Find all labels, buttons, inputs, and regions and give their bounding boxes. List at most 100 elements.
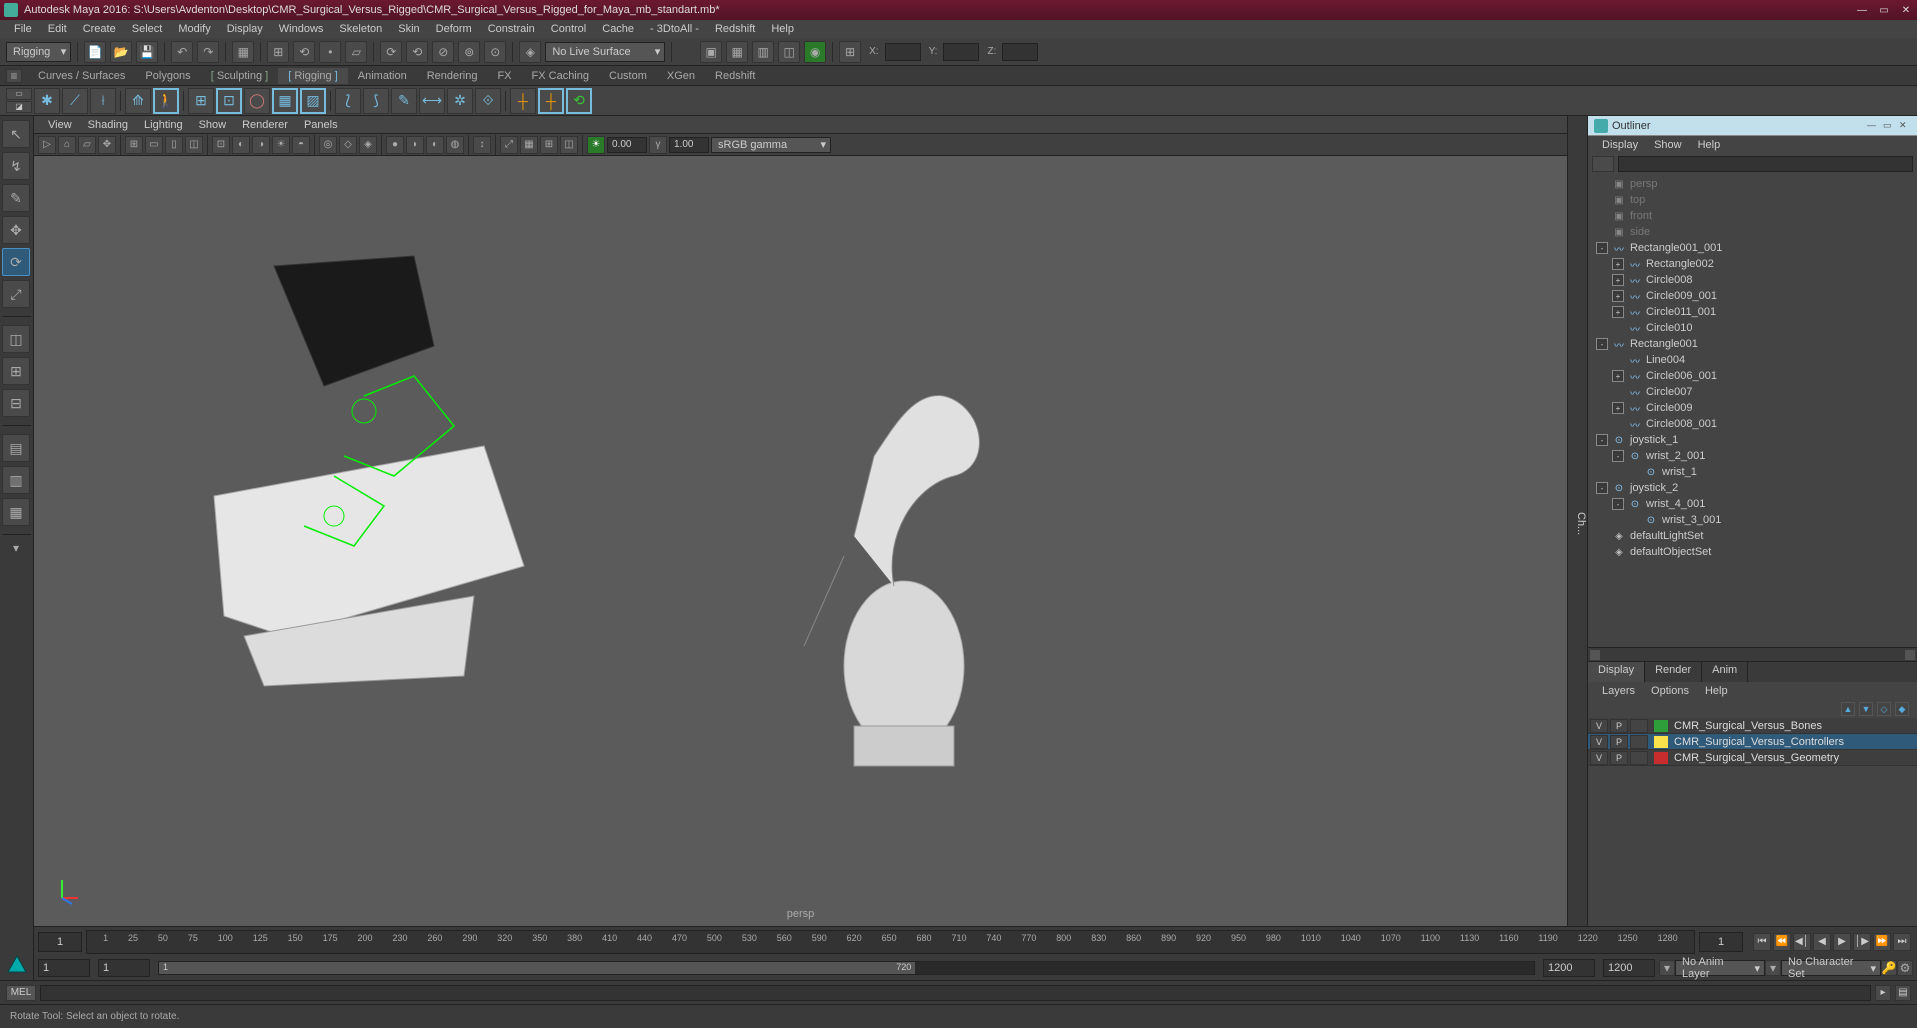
layer-extra-toggle[interactable]	[1630, 751, 1648, 765]
menu-edit[interactable]: Edit	[40, 23, 75, 35]
outliner-node-circle006_001[interactable]: +〰Circle006_001	[1588, 368, 1917, 384]
move-layer-up-icon[interactable]: ▲	[1841, 702, 1855, 716]
vp-menu-shading[interactable]: Shading	[80, 119, 136, 131]
vp-expand-icon[interactable]: ⤢	[500, 136, 518, 154]
vp-color-mgmt-icon[interactable]: ◫	[560, 136, 578, 154]
outliner-filter-button[interactable]	[1592, 156, 1614, 172]
maya-home-icon[interactable]	[6, 954, 28, 976]
expand-icon[interactable]: +	[1612, 402, 1624, 414]
ik-handle-icon[interactable]: ⟰	[125, 88, 151, 114]
constraint-orient-icon[interactable]: ⟲	[566, 88, 592, 114]
layer-v-toggle[interactable]: V	[1590, 735, 1608, 749]
menu-control[interactable]: Control	[543, 23, 594, 35]
redshift-render-icon[interactable]: ◉	[804, 41, 826, 63]
vp-motionblur-icon[interactable]: ◗	[406, 136, 424, 154]
y-coord-input[interactable]	[943, 43, 979, 61]
shelf-tab-redshift[interactable]: Redshift	[705, 68, 765, 84]
live-surface-toggle-icon[interactable]: ◈	[519, 41, 541, 63]
move-tool-icon[interactable]: ✥	[2, 216, 30, 244]
range-startB-input[interactable]	[98, 959, 150, 977]
shelf-tab-rendering[interactable]: Rendering	[417, 68, 488, 84]
construct-history-icon[interactable]: ⟳	[380, 41, 402, 63]
layer-menu-help[interactable]: Help	[1697, 685, 1736, 697]
range-end-input[interactable]	[1543, 959, 1595, 977]
layer-row-cmr_surgical_versus_bones[interactable]: VPCMR_Surgical_Versus_Bones	[1588, 718, 1917, 734]
step-fwd-icon[interactable]: │▶	[1853, 933, 1871, 951]
human-ik-icon[interactable]: 🚶	[153, 88, 179, 114]
outliner-menu-show[interactable]: Show	[1646, 139, 1690, 151]
ipr-render-icon[interactable]: ▦	[726, 41, 748, 63]
outliner-tree[interactable]: ▣persp▣top▣front▣side-〰Rectangle001_001+…	[1588, 174, 1917, 647]
layer-color-swatch[interactable]	[1654, 720, 1668, 732]
select-tool-icon[interactable]: ↖	[2, 120, 30, 148]
undo-icon[interactable]: ↶	[171, 41, 193, 63]
new-empty-layer-icon[interactable]: ◇	[1877, 702, 1891, 716]
outliner-node-wrist_3_001[interactable]: ⊙wrist_3_001	[1588, 512, 1917, 528]
vp-2d-pan-icon[interactable]: ✥	[98, 136, 116, 154]
layer-color-swatch[interactable]	[1654, 736, 1668, 748]
outliner-search-input[interactable]	[1618, 156, 1913, 172]
paint-weights-icon[interactable]: ✎	[391, 88, 417, 114]
scale-tool-icon[interactable]: ⤢	[2, 280, 30, 308]
menu-help[interactable]: Help	[763, 23, 802, 35]
render-view-icon[interactable]: ◫	[778, 41, 800, 63]
constraint-parent-icon[interactable]: ┼	[510, 88, 536, 114]
vp-bookmark-icon[interactable]: ⌂	[58, 136, 76, 154]
cmd-exec-button[interactable]: ▸	[1875, 985, 1891, 1001]
expand-icon[interactable]: +	[1612, 258, 1624, 270]
play-back-icon[interactable]: ◀	[1813, 933, 1831, 951]
layer-color-swatch[interactable]	[1654, 752, 1668, 764]
vp-gamma-icon[interactable]: γ	[649, 136, 667, 154]
wrap-icon[interactable]: ▦	[272, 88, 298, 114]
layout-custom2-icon[interactable]: ▥	[2, 466, 30, 494]
outliner-node-circle008[interactable]: +〰Circle008	[1588, 272, 1917, 288]
shelf-tab-animation[interactable]: Animation	[348, 68, 417, 84]
autokey-icon[interactable]: 🔑	[1881, 960, 1897, 976]
outliner-node-defaultobjectset[interactable]: ◈defaultObjectSet	[1588, 544, 1917, 560]
collapse-icon[interactable]: -	[1596, 482, 1608, 494]
layer-extra-toggle[interactable]	[1630, 719, 1648, 733]
smooth-weights-icon[interactable]: ✲	[447, 88, 473, 114]
layer-tab-render[interactable]: Render	[1645, 662, 1702, 682]
redo-icon[interactable]: ↷	[197, 41, 219, 63]
shelf-tab-fx[interactable]: FX	[487, 68, 521, 84]
shelf-tab-curves-surfaces[interactable]: Curves / Surfaces	[28, 68, 135, 84]
insert-joint-icon[interactable]: ⟋	[62, 88, 88, 114]
close-button[interactable]: ✕	[1899, 4, 1913, 16]
construct-history-freeze-icon[interactable]: ⊚	[458, 41, 480, 63]
shelf-tab-xgen[interactable]: XGen	[657, 68, 705, 84]
menu-constrain[interactable]: Constrain	[480, 23, 543, 35]
cluster-icon[interactable]: ⊡	[216, 88, 242, 114]
vp-dof-icon[interactable]: ◍	[446, 136, 464, 154]
paint-select-tool-icon[interactable]: ✎	[2, 184, 30, 212]
shelf-menu-icon[interactable]: ≡	[6, 69, 22, 83]
outliner-minimize-button[interactable]: —	[1867, 120, 1879, 132]
layer-row-cmr_surgical_versus_controllers[interactable]: VPCMR_Surgical_Versus_Controllers	[1588, 734, 1917, 750]
new-scene-icon[interactable]: 📄	[84, 41, 106, 63]
shelf-tab-custom[interactable]: Custom	[599, 68, 657, 84]
vp-menu-show[interactable]: Show	[191, 119, 235, 131]
shelf-tab-polygons[interactable]: Polygons	[135, 68, 200, 84]
vp-shadows-icon[interactable]: ◓	[292, 136, 310, 154]
vp-xray-joints-icon[interactable]: ◈	[359, 136, 377, 154]
play-fwd-icon[interactable]: ▶	[1833, 933, 1851, 951]
anim-layer-menu-icon[interactable]: ▾	[1765, 960, 1781, 976]
range-thumb[interactable]: 1 720	[159, 962, 915, 974]
prune-weights-icon[interactable]: ⟐	[475, 88, 501, 114]
step-fwd-key-icon[interactable]: ⏩	[1873, 933, 1891, 951]
render-settings-icon[interactable]: ▥	[752, 41, 774, 63]
vp-exposure-icon[interactable]: ☀	[587, 136, 605, 154]
vp-menu-renderer[interactable]: Renderer	[234, 119, 296, 131]
menu-redshift[interactable]: Redshift	[707, 23, 763, 35]
outliner-node-front[interactable]: ▣front	[1588, 208, 1917, 224]
menu-create[interactable]: Create	[75, 23, 124, 35]
menu-skeleton[interactable]: Skeleton	[331, 23, 390, 35]
vp-film-gate-icon[interactable]: ▭	[145, 136, 163, 154]
outliner-scrollbar[interactable]	[1588, 647, 1917, 661]
sphere-deformer-icon[interactable]: ◯	[244, 88, 270, 114]
cmd-input[interactable]	[40, 985, 1871, 1001]
open-scene-icon[interactable]: 📂	[110, 41, 132, 63]
scroll-right-icon[interactable]	[1905, 650, 1915, 660]
layer-extra-toggle[interactable]	[1630, 735, 1648, 749]
shelf-layout-a-icon[interactable]: ▭	[6, 88, 32, 100]
